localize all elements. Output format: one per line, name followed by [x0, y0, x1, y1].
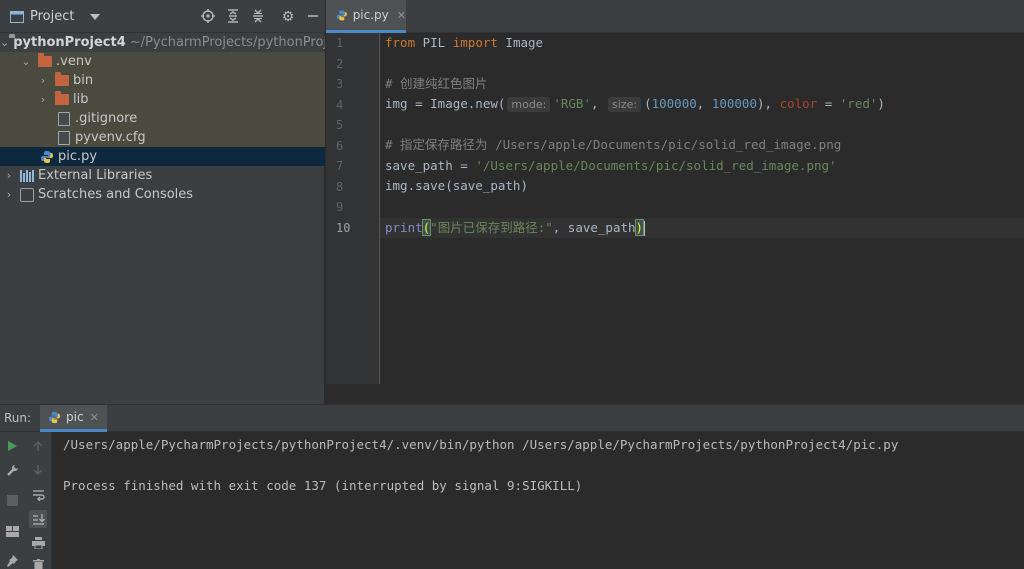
text-caret [643, 221, 646, 236]
chevron-down-icon[interactable]: ⌄ [0, 33, 9, 52]
tree-item-venv[interactable]: ⌄ .venv [0, 52, 325, 71]
arrow-up-icon[interactable] [29, 437, 47, 455]
line-number: 9 [336, 200, 344, 214]
close-icon[interactable]: ✕ [397, 9, 406, 22]
tree-item-label: External Libraries [38, 168, 153, 183]
code-line-6: # 指定保存路径为 /Users/apple/Documents/pic/sol… [385, 137, 842, 152]
line-number: 2 [336, 57, 344, 71]
expand-all-icon[interactable] [225, 9, 241, 25]
project-header: Project ⚙ [0, 0, 325, 33]
run-tab-label: pic [66, 410, 84, 424]
tree-item-label: .gitignore [75, 111, 138, 126]
chevron-down-icon[interactable] [90, 13, 101, 20]
tree-item-label: pic.py [58, 149, 98, 164]
console-line: /Users/apple/PycharmProjects/pythonProje… [63, 437, 899, 452]
code-area[interactable]: from PIL import Image # 创建纯红色图片 img = Im… [385, 33, 1024, 384]
line-number: 1 [336, 36, 344, 50]
folder-icon [38, 53, 52, 67]
crosshair-icon[interactable] [200, 9, 216, 25]
folder-icon [55, 91, 69, 105]
editor-tab-bar: pic.py ✕ [326, 0, 1024, 33]
tree-item-bin[interactable]: › bin [0, 71, 325, 90]
tree-item-label: pyvenv.cfg [75, 130, 146, 145]
tab-label: pic.py [352, 8, 389, 22]
tree-item-lib[interactable]: › lib [0, 90, 325, 109]
print-icon[interactable] [29, 534, 47, 552]
project-window-icon [10, 10, 24, 23]
project-title: Project [30, 9, 75, 24]
trash-icon[interactable] [29, 556, 47, 569]
line-number: 7 [336, 159, 344, 173]
project-path: ~/PycharmProjects/pythonProject4 [129, 35, 325, 50]
pin-icon[interactable] [3, 552, 21, 569]
libraries-icon [20, 169, 34, 182]
tree-item-pic-py[interactable]: pic.py [0, 147, 325, 166]
run-label: Run: [4, 411, 32, 425]
tree-item-label: .venv [56, 54, 92, 69]
stop-icon[interactable] [3, 491, 21, 509]
settings-file-icon [58, 130, 70, 145]
code-line-1: from PIL import Image [385, 35, 544, 50]
param-hint-mode: mode: [507, 97, 551, 112]
project-view-selector[interactable]: Project [10, 9, 101, 24]
line-number: 6 [336, 139, 344, 153]
line-number-gutter: 1 2 3 4 5 6 7 8 9 10 [326, 33, 380, 384]
tree-item-label: bin [73, 73, 94, 88]
run-toolbar [0, 432, 52, 569]
tree-item-label: Scratches and Consoles [38, 187, 194, 202]
line-number-current: 10 [336, 221, 351, 235]
play-icon[interactable] [3, 437, 21, 455]
layout-icon[interactable] [3, 522, 21, 540]
line-number: 3 [336, 77, 344, 91]
tree-item-scratches[interactable]: › Scratches and Consoles [0, 185, 325, 204]
chevron-right-icon[interactable]: › [4, 185, 14, 204]
project-tool-window: Project ⚙ ⌄ pythonProject4 ~/PycharmProj… [0, 0, 325, 404]
arrow-down-icon[interactable] [29, 461, 47, 479]
tree-item-label: pythonProject4 [13, 35, 126, 50]
code-line-4: img = Image.new(mode: 'RGB', size: (100000… [385, 96, 885, 112]
code-line-3: # 创建纯红色图片 [385, 76, 488, 91]
tree-item-label: lib [73, 92, 89, 107]
close-icon[interactable]: ✕ [90, 411, 99, 424]
scratches-icon [20, 187, 34, 202]
python-file-icon [336, 9, 347, 21]
scroll-to-end-icon[interactable] [29, 510, 47, 528]
file-icon [58, 111, 70, 126]
code-line-8: img.save(save_path) [385, 178, 528, 193]
chevron-right-icon[interactable]: › [38, 71, 48, 90]
line-number: 4 [336, 98, 344, 112]
soft-wrap-icon[interactable] [29, 486, 47, 504]
tree-item-project-root[interactable]: ⌄ pythonProject4 ~/PycharmProjects/pytho… [0, 33, 325, 52]
param-hint-size: size: [608, 97, 642, 112]
run-tool-window: Run: pic ✕ /Users/apple/PycharmProjects/… [0, 404, 1024, 569]
console-line: Process finished with exit code 137 (int… [63, 478, 583, 493]
tree-item-external-libraries[interactable]: › External Libraries [0, 166, 325, 185]
chevron-right-icon[interactable]: › [4, 166, 14, 185]
wrench-icon[interactable] [3, 461, 21, 479]
collapse-all-icon[interactable] [250, 9, 266, 25]
editor: pic.py ✕ 1 2 3 4 5 6 7 8 9 10 from PIL i… [326, 0, 1024, 404]
line-number: 8 [336, 180, 344, 194]
chevron-down-icon[interactable]: ⌄ [21, 52, 31, 71]
python-icon [48, 411, 61, 423]
line-number: 5 [336, 118, 344, 132]
folder-icon [55, 72, 69, 86]
chevron-right-icon[interactable]: › [38, 90, 48, 109]
python-file-icon [41, 150, 53, 163]
minimize-icon[interactable] [305, 9, 321, 25]
tab-pic-py[interactable]: pic.py ✕ [326, 0, 406, 33]
run-tab-pic[interactable]: pic ✕ [40, 405, 107, 432]
gear-icon[interactable]: ⚙ [280, 9, 296, 25]
tree-item-pyvenv-cfg[interactable]: pyvenv.cfg [0, 128, 325, 147]
matched-brace: ) [634, 219, 645, 236]
code-line-10: print("图片已保存到路径:", save_path) [385, 219, 646, 236]
run-header: Run: pic ✕ [0, 405, 1024, 432]
code-line-7: save_path = '/Users/apple/Documents/pic/… [385, 158, 837, 173]
tree-item-gitignore[interactable]: .gitignore [0, 109, 325, 128]
